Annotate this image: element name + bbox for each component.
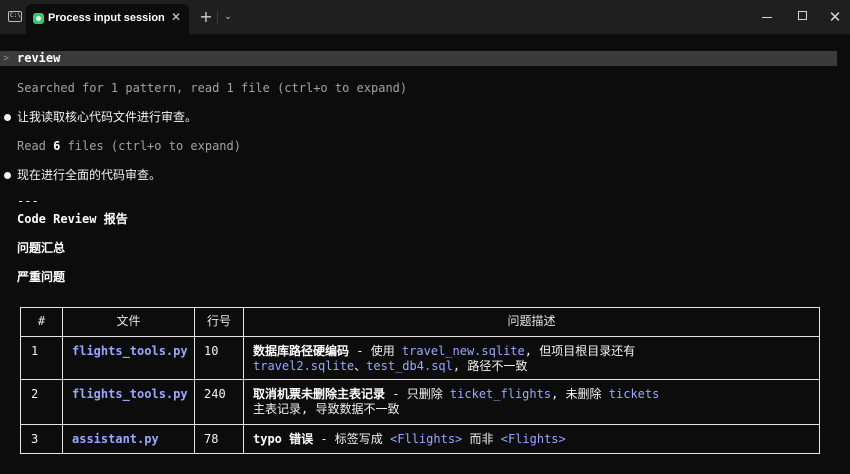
close-window-button[interactable]: ✕ xyxy=(824,6,846,28)
table-border xyxy=(819,307,820,454)
assistant-message: 现在进行全面的代码审查。 xyxy=(17,168,162,182)
bullet-icon xyxy=(4,172,11,179)
table-border xyxy=(20,424,820,425)
terminal-icon[interactable]: C:\ xyxy=(8,11,22,22)
row-number: 1 xyxy=(31,344,39,358)
read-suffix: files (ctrl+o to expand) xyxy=(60,139,241,153)
file-path[interactable]: flights_tools.py xyxy=(72,387,188,402)
line-number: 10 xyxy=(204,344,219,358)
desc-text: - 使用 xyxy=(349,344,402,358)
session-status-icon xyxy=(33,13,44,24)
inline-code: <Fllights> xyxy=(390,432,463,446)
section-heading: 问题汇总 xyxy=(17,241,66,255)
searched-status[interactable]: Searched for 1 pattern, read 1 file (ctr… xyxy=(17,80,407,96)
issue-description-cont: 主表记录, 导致数据不一致 xyxy=(253,402,400,416)
row-number: 2 xyxy=(31,387,39,401)
tab-divider xyxy=(217,11,218,24)
new-tab-button[interactable]: + xyxy=(198,8,214,26)
line-number: 240 xyxy=(204,387,226,401)
inline-code: travel_new.sqlite xyxy=(401,344,525,358)
line-number: 78 xyxy=(204,432,219,446)
table-header: 问题描述 xyxy=(507,314,556,328)
chevron-down-icon[interactable]: ⌄ xyxy=(221,8,235,26)
table-border xyxy=(194,307,195,454)
tab-title: Process input session xyxy=(48,12,165,24)
table-border xyxy=(20,336,820,337)
issue-title: 数据库路径硬编码 xyxy=(253,344,350,358)
maximize-button[interactable] xyxy=(798,11,807,20)
table-border xyxy=(20,379,820,380)
issue-title: typo 错误 xyxy=(253,432,314,446)
file-path[interactable]: flights_tools.py xyxy=(72,344,188,359)
report-title: Code Review 报告 xyxy=(17,212,128,226)
minimize-button[interactable] xyxy=(762,17,772,18)
prompt-highlight xyxy=(0,51,837,66)
desc-text: , 但项目根目录还有 xyxy=(524,344,636,358)
table-header: 文件 xyxy=(116,314,141,328)
file-path[interactable]: assistant.py xyxy=(72,432,159,447)
inline-code: travel2.sqlite xyxy=(253,359,355,373)
table-border xyxy=(20,307,21,454)
issue-title: 取消机票未删除主表记录 xyxy=(253,387,386,401)
desc-text: 而非 xyxy=(462,432,501,446)
desc-text: , 未删除 xyxy=(551,387,609,401)
issue-description: 数据库路径硬编码 - 使用 travel_new.sqlite, 但项目根目录还… xyxy=(253,344,635,359)
inline-code: test_db4.sql xyxy=(366,359,453,373)
table-border xyxy=(20,307,820,308)
read-prefix: Read xyxy=(17,139,54,153)
desc-text: 、 xyxy=(354,359,367,373)
issue-description: 取消机票未删除主表记录 - 只删除 ticket_flights, 未删除 ti… xyxy=(253,387,659,402)
table-header: 行号 xyxy=(206,314,231,328)
table-header: # xyxy=(37,314,46,328)
inline-code: <Flights> xyxy=(500,432,566,446)
inline-code: tickets xyxy=(608,387,660,401)
row-number: 3 xyxy=(31,432,39,446)
issue-description-cont: travel2.sqlite、test_db4.sql, 路径不一致 xyxy=(253,359,527,374)
desc-text: - 只删除 xyxy=(385,387,450,401)
section-heading: 严重问题 xyxy=(17,270,66,284)
read-status[interactable]: Read 6 files (ctrl+o to expand) xyxy=(17,138,241,154)
desc-text: , 路径不一致 xyxy=(452,359,528,373)
table-border xyxy=(243,307,244,454)
table-border xyxy=(20,453,820,454)
inline-code: ticket_flights xyxy=(449,387,552,401)
tab-process-input-session[interactable]: Process input session ✕ xyxy=(26,4,189,34)
issue-description: typo 错误 - 标签写成 <Fllights> 而非 <Flights> xyxy=(253,432,566,447)
close-tab-icon[interactable]: ✕ xyxy=(169,10,183,24)
user-command: review xyxy=(17,51,61,65)
divider-text: --- xyxy=(17,194,39,208)
desc-text: - 标签写成 xyxy=(313,432,391,446)
bullet-icon xyxy=(4,114,11,121)
assistant-message: 让我读取核心代码文件进行审查。 xyxy=(17,110,198,124)
prompt-caret: > xyxy=(3,53,10,64)
table-border xyxy=(62,307,63,454)
